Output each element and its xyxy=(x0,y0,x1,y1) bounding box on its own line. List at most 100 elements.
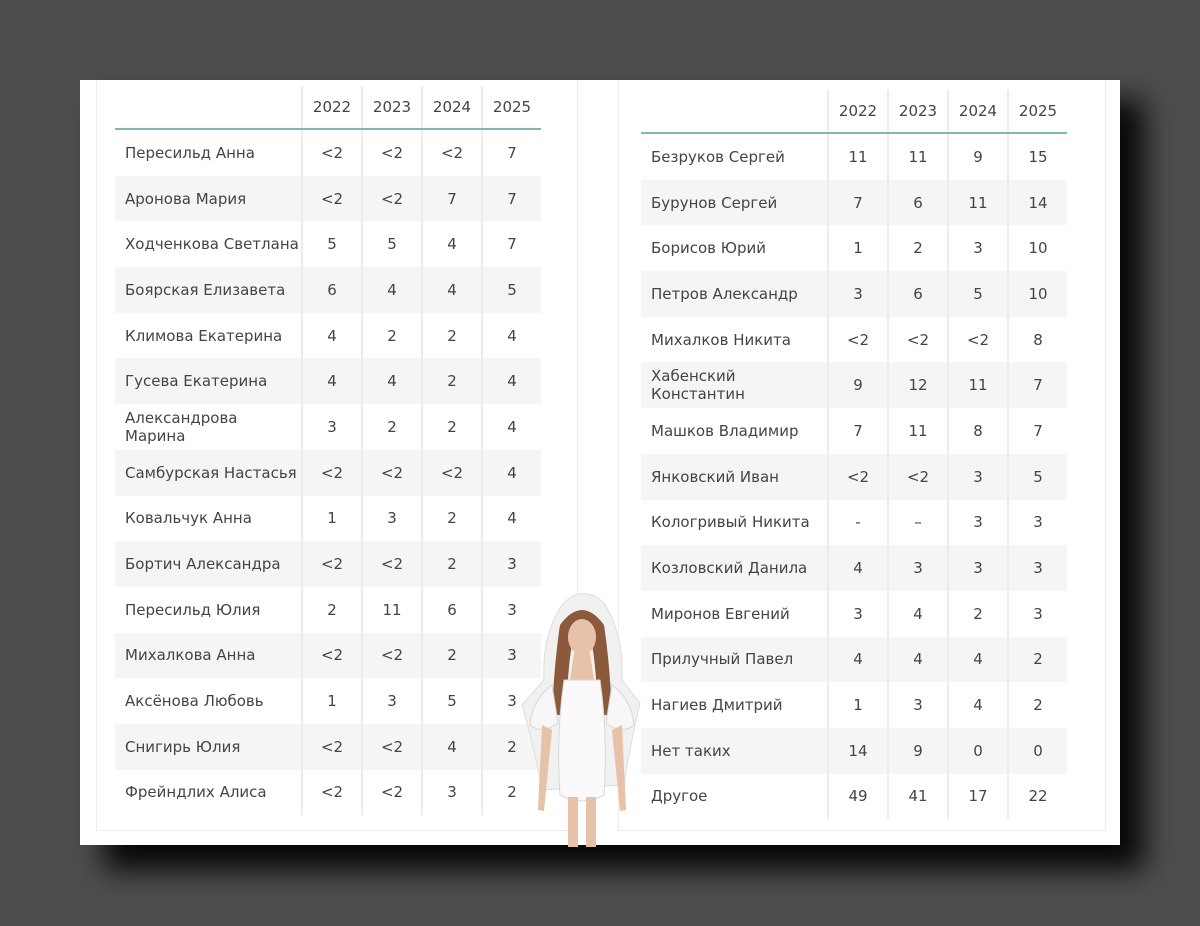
value-cell: <2 xyxy=(361,541,422,587)
person-name-cell: Хабенский Константин xyxy=(641,362,828,409)
value-cell: 3 xyxy=(827,590,888,637)
value-cell: <2 xyxy=(301,175,362,222)
year-header: 2022 xyxy=(301,86,362,130)
year-header: 2023 xyxy=(887,90,948,134)
table-row: Михалков Никита <2 <2 <2 8 xyxy=(641,316,1067,363)
value-cell: 2 xyxy=(887,225,948,272)
person-name-cell: Гусева Екатерина xyxy=(115,358,302,405)
person-name-cell: Пересильд Юлия xyxy=(125,600,261,619)
year-header: 2024 xyxy=(947,90,1008,134)
table-row: Боярская Елизавета 6 4 4 5 xyxy=(115,267,541,313)
actors-panel: 2022 2023 2024 2025 Безруков Сергей 11 11 9… xyxy=(618,80,1106,831)
value-cell: 5 xyxy=(361,221,422,268)
value-cell: 11 xyxy=(947,179,1008,226)
value-cell: 1 xyxy=(827,682,888,728)
value-cell: – xyxy=(887,499,948,546)
value-cell: 4 xyxy=(481,312,541,359)
name-column-header xyxy=(641,90,828,134)
person-name-cell: Другое xyxy=(651,787,708,806)
value-cell: 4 xyxy=(827,545,888,591)
value-cell: 7 xyxy=(1007,362,1067,409)
table-row: Кологривый Никита - –3 3 xyxy=(641,499,1067,546)
person-name-cell: Кологривый Никита xyxy=(651,513,810,532)
value-cell: 4 xyxy=(421,267,482,313)
value-cell: 5 xyxy=(947,271,1008,317)
value-cell: <2 xyxy=(421,449,482,496)
table-row: Фрейндлих Алиса <2 <2 3 2 xyxy=(115,769,541,816)
value-cell: 4 xyxy=(887,590,948,637)
value-cell: <2 xyxy=(301,769,362,816)
value-cell: 4 xyxy=(947,636,1008,683)
table-row: Нет таких 14 9 0 0 xyxy=(641,727,1067,774)
value-cell: 7 xyxy=(481,129,541,176)
person-name-cell: Борисов Юрий xyxy=(651,239,766,258)
person-name-cell: Бортич Александра xyxy=(115,541,302,587)
value-cell: 10 xyxy=(1007,225,1067,272)
value-cell: 3 xyxy=(947,499,1008,546)
value-cell: 41 xyxy=(887,773,948,820)
year-header: 2025 xyxy=(481,86,541,130)
table-row: Хабенский Константин 9 12 11 7 xyxy=(641,362,1067,409)
value-cell: 4 xyxy=(301,312,362,359)
value-cell: 4 xyxy=(481,358,541,405)
header-row: 2022 2023 2024 2025 xyxy=(115,86,541,130)
value-cell: 3 xyxy=(361,678,422,724)
value-cell: 2 xyxy=(421,495,482,542)
table-row: Петров Александр 3 6 5 10 xyxy=(641,271,1067,317)
value-cell: 3 xyxy=(301,404,362,450)
year-header: 2024 xyxy=(421,86,482,130)
value-cell: 4 xyxy=(361,358,422,405)
value-cell: 9 xyxy=(827,362,888,409)
value-cell: 14 xyxy=(1007,179,1067,226)
table-row: Аронова Мария <2 <2 7 7 xyxy=(115,175,541,222)
value-cell: <2 xyxy=(887,453,948,500)
value-cell: <2 xyxy=(301,129,362,176)
table-row: Миронов Евгений 3 4 2 3 xyxy=(641,590,1067,637)
value-cell: 7 xyxy=(421,175,482,222)
person-name-cell: Бурунов Сергей xyxy=(641,179,828,226)
table-row: Прилучный Павел 4 4 4 2 xyxy=(641,636,1067,683)
table-row: Климова Екатерина 4 2 2 4 xyxy=(115,312,541,359)
table-row: Пересильд Анна <2 <2 <2 7 xyxy=(115,129,541,176)
value-cell: 3 xyxy=(421,769,482,816)
person-name-cell: Янковский Иван xyxy=(641,453,828,500)
value-cell: 2 xyxy=(361,404,422,450)
value-cell: 4 xyxy=(301,358,362,405)
table-row: Аксёнова Любовь 1 3 5 3 xyxy=(115,678,541,724)
person-name-cell: Ходченкова Светлана xyxy=(125,235,299,254)
value-cell: 5 xyxy=(481,267,541,313)
person-name-cell: Ковальчук Анна xyxy=(125,509,252,528)
person-name-cell: Машков Владимир xyxy=(651,421,799,440)
value-cell: 3 xyxy=(1007,545,1067,591)
value-cell: 3 xyxy=(1007,590,1067,637)
person-name-cell: Пересильд Анна xyxy=(125,143,255,162)
value-cell: 12 xyxy=(887,362,948,409)
value-cell: 2 xyxy=(421,541,482,587)
value-cell: 8 xyxy=(1007,316,1067,363)
table-row: Александрова Марина 3 2 2 4 xyxy=(115,404,541,450)
value-cell: <2 xyxy=(421,129,482,176)
year-header: 2025 xyxy=(1007,90,1067,134)
person-name-cell: Александрова Марина xyxy=(125,408,238,445)
person-name-cell: Аронова Мария xyxy=(115,175,302,222)
table-row: Машков Владимир 7 11 8 7 xyxy=(641,408,1067,454)
table-row: Самбурская Настасья <2 <2 <2 4 xyxy=(115,449,541,496)
person-name-cell: Михалков Никита xyxy=(651,330,791,349)
person-name-cell: Снигирь Юлия xyxy=(115,723,302,770)
table-row: Нагиев Дмитрий 1 3 4 2 xyxy=(641,682,1067,728)
value-cell: <2 xyxy=(301,723,362,770)
value-cell: 11 xyxy=(887,133,948,180)
person-name-cell: Нагиев Дмитрий xyxy=(651,696,783,715)
value-cell: - xyxy=(827,499,888,546)
person-name-cell: Самбурская Настасья xyxy=(115,449,302,496)
value-cell: <2 xyxy=(947,316,1008,363)
value-cell: 3 xyxy=(947,545,1008,591)
table-row: Михалкова Анна <2 <2 2 3 xyxy=(115,632,541,679)
value-cell: 15 xyxy=(1007,133,1067,180)
value-cell: <2 xyxy=(361,129,422,176)
value-cell: <2 xyxy=(361,175,422,222)
person-name-cell: Миронов Евгений xyxy=(651,604,790,623)
person-name-cell: Аксёнова Любовь xyxy=(125,692,264,711)
value-cell: 2 xyxy=(1007,682,1067,728)
value-cell: 4 xyxy=(481,404,541,450)
